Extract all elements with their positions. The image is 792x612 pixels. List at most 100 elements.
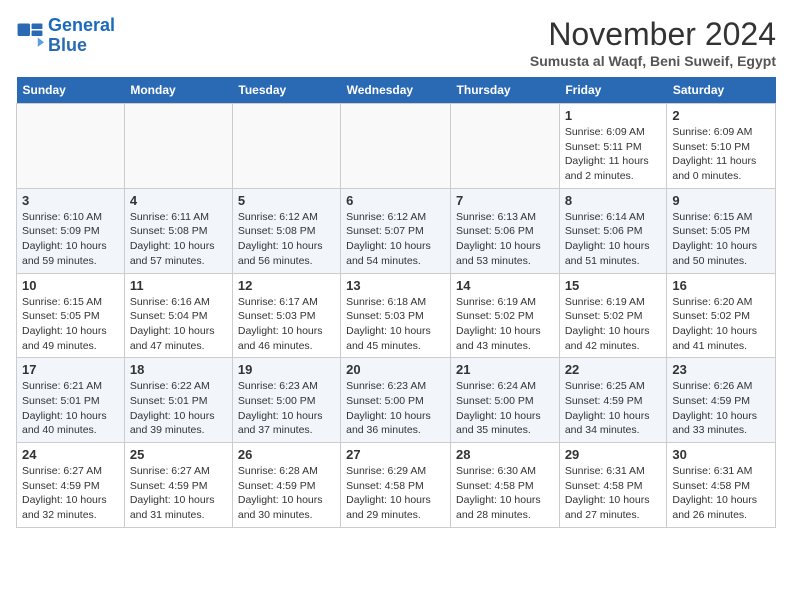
weekday-header: Tuesday (232, 77, 340, 104)
day-number: 29 (565, 447, 662, 462)
day-info: Sunrise: 6:14 AM Sunset: 5:06 PM Dayligh… (565, 210, 662, 269)
calendar-cell: 9 Sunrise: 6:15 AM Sunset: 5:05 PM Daylig… (667, 188, 776, 273)
day-number: 23 (672, 362, 770, 377)
weekday-header: Friday (559, 77, 667, 104)
weekday-header: Monday (124, 77, 232, 104)
calendar-cell: 14 Sunrise: 6:19 AM Sunset: 5:02 PM Dayli… (451, 273, 560, 358)
day-number: 6 (346, 193, 445, 208)
calendar-cell: 25 Sunrise: 6:27 AM Sunset: 4:59 PM Dayli… (124, 443, 232, 528)
logo-text: General Blue (48, 16, 115, 56)
day-info: Sunrise: 6:09 AM Sunset: 5:10 PM Dayligh… (672, 125, 770, 184)
calendar-cell: 15Sunrise: 6:19 AM Sunset: 5:02 PM Dayli… (559, 273, 667, 358)
calendar-cell: 30 Sunrise: 6:31 AM Sunset: 4:58 PM Dayli… (667, 443, 776, 528)
weekday-header: Thursday (451, 77, 560, 104)
day-number: 19 (238, 362, 335, 377)
day-info: Sunrise: 6:15 AM Sunset: 5:05 PM Dayligh… (672, 210, 770, 269)
calendar-cell: 2 Sunrise: 6:09 AM Sunset: 5:10 PM Daylig… (667, 104, 776, 189)
weekday-header: Sunday (17, 77, 125, 104)
calendar-cell: 24 Sunrise: 6:27 AM Sunset: 4:59 PM Dayli… (17, 443, 125, 528)
day-number: 1 (565, 108, 662, 123)
day-number: 9 (672, 193, 770, 208)
day-number: 11 (130, 278, 227, 293)
calendar-cell: 8 Sunrise: 6:14 AM Sunset: 5:06 PM Daylig… (559, 188, 667, 273)
calendar-cell: 5Sunrise: 6:12 AM Sunset: 5:08 PM Daylig… (232, 188, 340, 273)
day-number: 8 (565, 193, 662, 208)
day-number: 21 (456, 362, 554, 377)
weekday-header-row: SundayMondayTuesdayWednesdayThursdayFrid… (17, 77, 776, 104)
calendar-cell (17, 104, 125, 189)
calendar-cell: 17 Sunrise: 6:21 AM Sunset: 5:01 PM Dayli… (17, 358, 125, 443)
day-number: 22 (565, 362, 662, 377)
day-number: 7 (456, 193, 554, 208)
day-info: Sunrise: 6:26 AM Sunset: 4:59 PM Dayligh… (672, 379, 770, 438)
logo-icon (16, 22, 44, 50)
calendar-cell: 19 Sunrise: 6:23 AM Sunset: 5:00 PM Dayli… (232, 358, 340, 443)
day-number: 18 (130, 362, 227, 377)
day-number: 26 (238, 447, 335, 462)
calendar-cell: 18Sunrise: 6:22 AM Sunset: 5:01 PM Dayli… (124, 358, 232, 443)
day-number: 3 (22, 193, 119, 208)
day-number: 2 (672, 108, 770, 123)
calendar-cell: 11 Sunrise: 6:16 AM Sunset: 5:04 PM Dayli… (124, 273, 232, 358)
day-info: Sunrise: 6:31 AM Sunset: 4:58 PM Dayligh… (565, 464, 662, 523)
day-info: Sunrise: 6:12 AM Sunset: 5:07 PM Dayligh… (346, 210, 445, 269)
calendar-cell: 13 Sunrise: 6:18 AM Sunset: 5:03 PM Dayli… (341, 273, 451, 358)
calendar-week-row: 17 Sunrise: 6:21 AM Sunset: 5:01 PM Dayli… (17, 358, 776, 443)
day-number: 4 (130, 193, 227, 208)
calendar-week-row: 24 Sunrise: 6:27 AM Sunset: 4:59 PM Dayli… (17, 443, 776, 528)
day-info: Sunrise: 6:27 AM Sunset: 4:59 PM Dayligh… (22, 464, 119, 523)
day-info: Sunrise: 6:19 AM Sunset: 5:02 PM Dayligh… (456, 295, 554, 354)
calendar-cell: 26Sunrise: 6:28 AM Sunset: 4:59 PM Dayli… (232, 443, 340, 528)
calendar-cell: 6 Sunrise: 6:12 AM Sunset: 5:07 PM Daylig… (341, 188, 451, 273)
day-number: 30 (672, 447, 770, 462)
calendar-cell: 27 Sunrise: 6:29 AM Sunset: 4:58 PM Dayli… (341, 443, 451, 528)
day-info: Sunrise: 6:15 AM Sunset: 5:05 PM Dayligh… (22, 295, 119, 354)
calendar-cell: 16Sunrise: 6:20 AM Sunset: 5:02 PM Dayli… (667, 273, 776, 358)
day-info: Sunrise: 6:13 AM Sunset: 5:06 PM Dayligh… (456, 210, 554, 269)
day-number: 17 (22, 362, 119, 377)
calendar-cell: 3 Sunrise: 6:10 AM Sunset: 5:09 PM Daylig… (17, 188, 125, 273)
calendar-body: 1 Sunrise: 6:09 AM Sunset: 5:11 PM Daylig… (17, 104, 776, 528)
day-info: Sunrise: 6:11 AM Sunset: 5:08 PM Dayligh… (130, 210, 227, 269)
calendar-cell: 23 Sunrise: 6:26 AM Sunset: 4:59 PM Dayli… (667, 358, 776, 443)
calendar-cell: 22Sunrise: 6:25 AM Sunset: 4:59 PM Dayli… (559, 358, 667, 443)
calendar-table: SundayMondayTuesdayWednesdayThursdayFrid… (16, 77, 776, 528)
day-info: Sunrise: 6:09 AM Sunset: 5:11 PM Dayligh… (565, 125, 662, 184)
day-info: Sunrise: 6:18 AM Sunset: 5:03 PM Dayligh… (346, 295, 445, 354)
weekday-header: Saturday (667, 77, 776, 104)
day-info: Sunrise: 6:23 AM Sunset: 5:00 PM Dayligh… (346, 379, 445, 438)
calendar-cell (451, 104, 560, 189)
day-info: Sunrise: 6:10 AM Sunset: 5:09 PM Dayligh… (22, 210, 119, 269)
calendar-cell: 4 Sunrise: 6:11 AM Sunset: 5:08 PM Daylig… (124, 188, 232, 273)
day-number: 14 (456, 278, 554, 293)
day-info: Sunrise: 6:21 AM Sunset: 5:01 PM Dayligh… (22, 379, 119, 438)
location: Sumusta al Waqf, Beni Suweif, Egypt (530, 53, 776, 69)
day-number: 16 (672, 278, 770, 293)
day-info: Sunrise: 6:31 AM Sunset: 4:58 PM Dayligh… (672, 464, 770, 523)
title-area: November 2024 Sumusta al Waqf, Beni Suwe… (530, 16, 776, 69)
calendar-cell: 20 Sunrise: 6:23 AM Sunset: 5:00 PM Dayli… (341, 358, 451, 443)
day-number: 28 (456, 447, 554, 462)
month-title: November 2024 (530, 16, 776, 53)
day-info: Sunrise: 6:27 AM Sunset: 4:59 PM Dayligh… (130, 464, 227, 523)
day-number: 24 (22, 447, 119, 462)
day-number: 25 (130, 447, 227, 462)
day-number: 13 (346, 278, 445, 293)
day-info: Sunrise: 6:23 AM Sunset: 5:00 PM Dayligh… (238, 379, 335, 438)
logo-blue: Blue (48, 36, 115, 56)
day-info: Sunrise: 6:16 AM Sunset: 5:04 PM Dayligh… (130, 295, 227, 354)
calendar-cell (232, 104, 340, 189)
logo: General Blue (16, 16, 115, 56)
logo-general: General (48, 15, 115, 35)
calendar-cell: 12Sunrise: 6:17 AM Sunset: 5:03 PM Dayli… (232, 273, 340, 358)
calendar-week-row: 10 Sunrise: 6:15 AM Sunset: 5:05 PM Dayli… (17, 273, 776, 358)
calendar-cell: 21Sunrise: 6:24 AM Sunset: 5:00 PM Dayli… (451, 358, 560, 443)
page-header: General Blue November 2024 Sumusta al Wa… (16, 16, 776, 69)
day-number: 10 (22, 278, 119, 293)
day-info: Sunrise: 6:29 AM Sunset: 4:58 PM Dayligh… (346, 464, 445, 523)
calendar-week-row: 3 Sunrise: 6:10 AM Sunset: 5:09 PM Daylig… (17, 188, 776, 273)
calendar-cell: 29 Sunrise: 6:31 AM Sunset: 4:58 PM Dayli… (559, 443, 667, 528)
day-number: 20 (346, 362, 445, 377)
calendar-cell (341, 104, 451, 189)
day-number: 27 (346, 447, 445, 462)
